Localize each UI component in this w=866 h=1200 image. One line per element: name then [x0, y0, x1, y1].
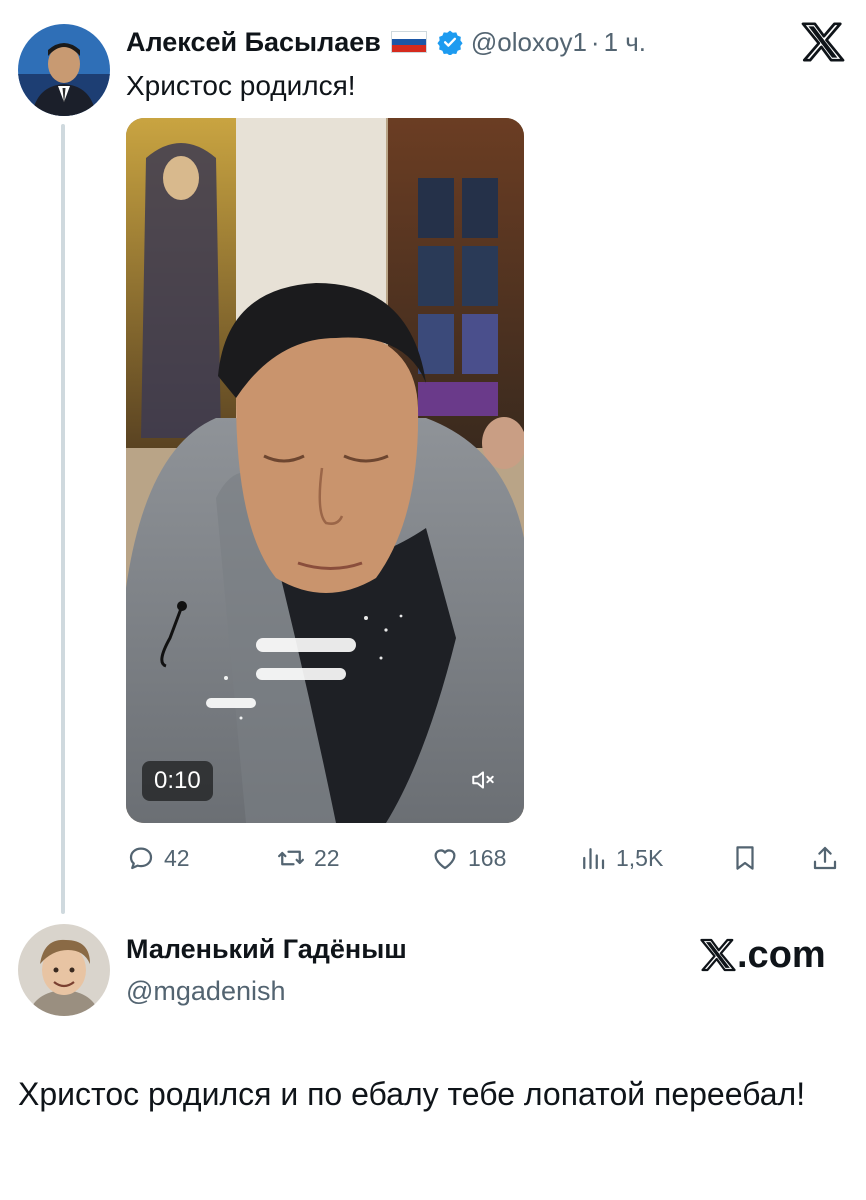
author-handle[interactable]: @oloxoy1	[471, 27, 587, 58]
bookmark-button[interactable]	[730, 838, 768, 878]
video-frame	[126, 118, 524, 823]
reply-author-handle[interactable]: @mgadenish	[126, 976, 286, 1007]
russia-flag-icon	[390, 31, 427, 53]
tweet-text: Христос родился!	[126, 70, 356, 101]
video-duration: 0:10	[142, 761, 213, 801]
reply-icon	[129, 847, 153, 870]
x-com-watermark: .com	[700, 932, 826, 978]
mute-icon[interactable]	[470, 767, 496, 793]
retweet-icon	[278, 850, 304, 866]
reply-button[interactable]: 42	[126, 838, 190, 878]
avatar-image	[18, 24, 110, 116]
like-button[interactable]: 168	[430, 838, 506, 878]
watermark-suffix: .com	[737, 933, 826, 976]
author-name[interactable]: Алексей Басылаев	[126, 27, 381, 58]
views-icon	[583, 848, 605, 870]
reply-count: 42	[164, 844, 190, 871]
tweet-actions-bar: 42 22 168 1,5K	[126, 838, 846, 878]
reply-author-name[interactable]: Маленький Гадёныш	[126, 934, 407, 965]
separator-dot: ·	[590, 26, 600, 57]
like-icon	[434, 849, 456, 870]
reply-author-avatar[interactable]	[18, 924, 110, 1016]
tweet-video[interactable]: 0:10	[126, 118, 524, 823]
bookmark-icon	[736, 846, 754, 870]
avatar-image	[18, 924, 110, 1016]
verified-badge-icon	[437, 30, 463, 55]
views-button[interactable]: 1,5K	[578, 838, 663, 878]
thread-connector-line	[61, 124, 65, 914]
author-avatar[interactable]	[18, 24, 110, 116]
x-logo-icon	[801, 22, 845, 62]
tweet-time[interactable]: 1 ч.	[604, 27, 646, 58]
like-count: 168	[468, 844, 507, 871]
retweet-button[interactable]: 22	[276, 838, 340, 878]
views-count: 1,5K	[616, 844, 664, 871]
retweet-count: 22	[314, 844, 340, 871]
share-button[interactable]	[810, 838, 848, 878]
x-logo-icon	[700, 938, 736, 972]
reply-text: Христос родился и по ебалу тебе лопатой …	[18, 1076, 806, 1112]
tweet-header: Алексей Басылаев @oloxoy1 · 1 ч.	[126, 22, 646, 62]
share-icon	[813, 846, 837, 870]
